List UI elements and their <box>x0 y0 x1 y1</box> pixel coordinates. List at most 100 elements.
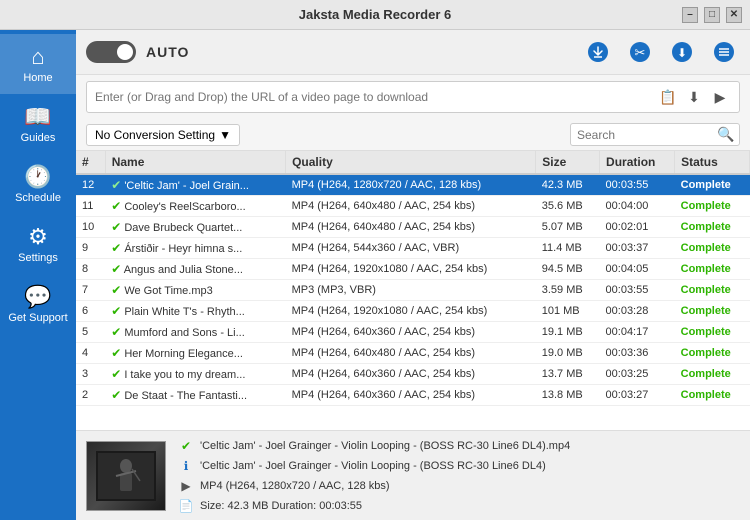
cell-status: Complete <box>675 259 750 280</box>
cell-duration: 00:04:17 <box>600 322 675 343</box>
sidebar-item-guides[interactable]: 📖 Guides <box>0 94 76 154</box>
cell-quality: MP4 (H264, 640x480 / AAC, 254 kbs) <box>286 217 536 238</box>
cell-num: 3 <box>76 364 105 385</box>
cell-num: 8 <box>76 259 105 280</box>
cell-duration: 00:03:36 <box>600 343 675 364</box>
table-row[interactable]: 4 ✔ Her Morning Elegance... MP4 (H264, 6… <box>76 343 750 364</box>
table-row[interactable]: 7 ✔ We Got Time.mp3 MP3 (MP3, VBR) 3.59 … <box>76 280 750 301</box>
url-input[interactable] <box>95 90 657 104</box>
table-row[interactable]: 3 ✔ I take you to my dream... MP4 (H264,… <box>76 364 750 385</box>
cell-size: 94.5 MB <box>536 259 600 280</box>
search-input[interactable] <box>577 128 717 142</box>
sidebar-item-schedule[interactable]: 🕐 Schedule <box>0 154 76 214</box>
auto-label: AUTO <box>146 44 189 60</box>
table-row[interactable]: 11 ✔ Cooley's ReelScarboro... MP4 (H264,… <box>76 196 750 217</box>
convert-icon: ⬇ <box>671 41 693 63</box>
schedule-icon: 🕐 <box>24 164 51 190</box>
cell-quality: MP4 (H264, 544x360 / AAC, VBR) <box>286 238 536 259</box>
minimize-button[interactable]: – <box>682 7 698 23</box>
cell-size: 13.7 MB <box>536 364 600 385</box>
scissors-icon: ✂ <box>629 41 651 63</box>
col-header-num: # <box>76 151 105 174</box>
menu-icon <box>713 41 735 63</box>
convert-button[interactable]: ⬇ <box>666 36 698 68</box>
cell-size: 101 MB <box>536 301 600 322</box>
cell-name: ✔ De Staat - The Fantasti... <box>105 385 285 406</box>
table-row[interactable]: 8 ✔ Angus and Julia Stone... MP4 (H264, … <box>76 259 750 280</box>
support-icon: 💬 <box>24 284 51 310</box>
cell-name: ✔ Mumford and Sons - Li... <box>105 322 285 343</box>
col-header-status: Status <box>675 151 750 174</box>
cell-quality: MP4 (H264, 640x360 / AAC, 254 kbs) <box>286 364 536 385</box>
cell-status: Complete <box>675 322 750 343</box>
table-row[interactable]: 5 ✔ Mumford and Sons - Li... MP4 (H264, … <box>76 322 750 343</box>
col-header-size: Size <box>536 151 600 174</box>
cell-name: ✔ Dave Brubeck Quartet... <box>105 217 285 238</box>
sidebar-item-home[interactable]: ⌂ Home <box>0 34 76 94</box>
cell-num: 7 <box>76 280 105 301</box>
sidebar-item-settings[interactable]: ⚙ Settings <box>0 214 76 274</box>
cell-num: 9 <box>76 238 105 259</box>
cell-quality: MP4 (H264, 1920x1080 / AAC, 254 kbs) <box>286 259 536 280</box>
scissors-button[interactable]: ✂ <box>624 36 656 68</box>
table-row[interactable]: 12 ✔ 'Celtic Jam' - Joel Grain... MP4 (H… <box>76 174 750 196</box>
url-bar: 📋 ⬇ ▶ <box>86 81 740 113</box>
auto-toggle[interactable] <box>86 41 136 63</box>
menu-button[interactable] <box>708 36 740 68</box>
file-icon: 📄 <box>178 498 194 514</box>
table-row[interactable]: 10 ✔ Dave Brubeck Quartet... MP4 (H264, … <box>76 217 750 238</box>
cell-quality: MP3 (MP3, VBR) <box>286 280 536 301</box>
conversion-label: No Conversion Setting <box>95 128 215 142</box>
search-icon: 🔍 <box>717 126 734 143</box>
app-body: ⌂ Home 📖 Guides 🕐 Schedule ⚙ Settings 💬 … <box>0 30 750 520</box>
cell-status: Complete <box>675 238 750 259</box>
cell-status: Complete <box>675 385 750 406</box>
download-table: # Name Quality Size Duration Status 12 ✔… <box>76 151 750 430</box>
cell-name: ✔ We Got Time.mp3 <box>105 280 285 301</box>
info-meta: Size: 42.3 MB Duration: 00:03:55 <box>200 500 362 512</box>
info-title: 'Celtic Jam' - Joel Grainger - Violin Lo… <box>200 460 546 472</box>
info-filename: 'Celtic Jam' - Joel Grainger - Violin Lo… <box>200 440 570 452</box>
cell-num: 12 <box>76 174 105 196</box>
table-row[interactable]: 2 ✔ De Staat - The Fantasti... MP4 (H264… <box>76 385 750 406</box>
svg-text:✂: ✂ <box>635 45 646 60</box>
cell-duration: 00:04:05 <box>600 259 675 280</box>
table-row[interactable]: 6 ✔ Plain White T's - Rhyth... MP4 (H264… <box>76 301 750 322</box>
conversion-select[interactable]: No Conversion Setting ▼ <box>86 124 240 146</box>
download-button[interactable] <box>582 36 614 68</box>
cell-quality: MP4 (H264, 1280x720 / AAC, 128 kbs) <box>286 174 536 196</box>
title-bar: Jaksta Media Recorder 6 – □ ✕ <box>0 0 750 30</box>
cell-quality: MP4 (H264, 640x480 / AAC, 254 kbs) <box>286 196 536 217</box>
maximize-button[interactable]: □ <box>704 7 720 23</box>
cell-name: ✔ Her Morning Elegance... <box>105 343 285 364</box>
cell-size: 11.4 MB <box>536 238 600 259</box>
cell-status: Complete <box>675 343 750 364</box>
cell-size: 35.6 MB <box>536 196 600 217</box>
cell-duration: 00:03:28 <box>600 301 675 322</box>
cell-size: 13.8 MB <box>536 385 600 406</box>
download-url-button[interactable]: ⬇ <box>683 86 705 108</box>
cell-duration: 00:03:25 <box>600 364 675 385</box>
cell-quality: MP4 (H264, 640x360 / AAC, 254 kbs) <box>286 322 536 343</box>
cell-status: Complete <box>675 280 750 301</box>
cell-name: ✔ 'Celtic Jam' - Joel Grain... <box>105 174 285 196</box>
sidebar-item-support[interactable]: 💬 Get Support <box>0 274 76 334</box>
cell-num: 10 <box>76 217 105 238</box>
content-area: AUTO ✂ ⬇ <box>76 30 750 520</box>
cell-status: Complete <box>675 217 750 238</box>
download-icon <box>587 41 609 63</box>
cell-size: 5.07 MB <box>536 217 600 238</box>
table-row[interactable]: 9 ✔ Árstiðir - Heyr himna s... MP4 (H264… <box>76 238 750 259</box>
close-button[interactable]: ✕ <box>726 7 742 23</box>
paste-url-button[interactable]: 📋 <box>657 86 679 108</box>
info-row-meta: 📄 Size: 42.3 MB Duration: 00:03:55 <box>178 498 570 514</box>
cell-quality: MP4 (H264, 1920x1080 / AAC, 254 kbs) <box>286 301 536 322</box>
play-url-button[interactable]: ▶ <box>709 86 731 108</box>
sidebar: ⌂ Home 📖 Guides 🕐 Schedule ⚙ Settings 💬 … <box>0 30 76 520</box>
filter-bar: No Conversion Setting ▼ 🔍 <box>76 119 750 151</box>
check-icon: ✔ <box>178 438 194 454</box>
info-row-filename: ✔ 'Celtic Jam' - Joel Grainger - Violin … <box>178 438 570 454</box>
settings-icon: ⚙ <box>28 224 48 250</box>
chevron-down-icon: ▼ <box>219 128 231 142</box>
play-icon: ▶ <box>178 478 194 494</box>
